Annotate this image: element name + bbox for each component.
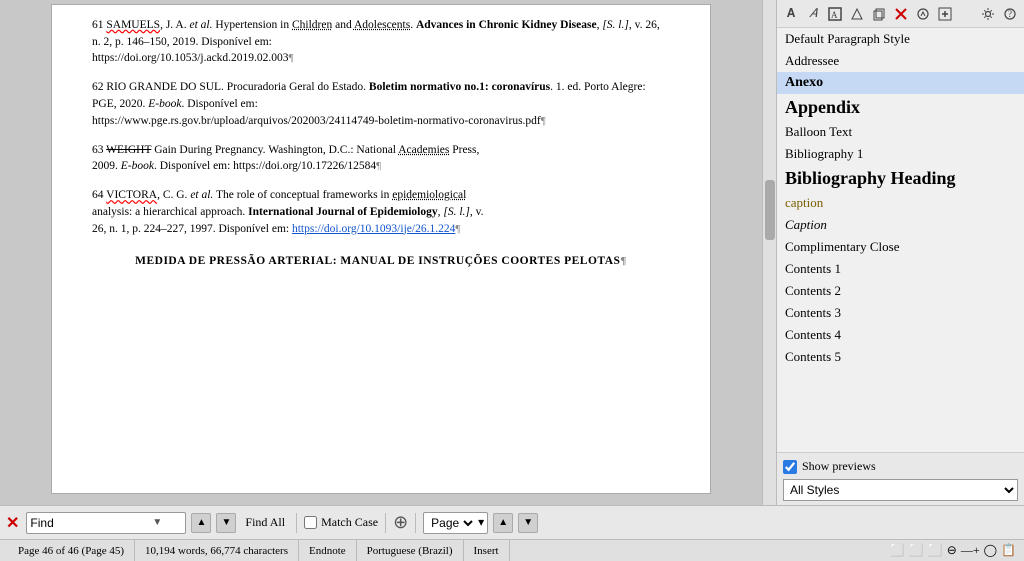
style-bibliography-1[interactable]: Bibliography 1	[777, 143, 1024, 165]
find-dropdown-button[interactable]: ▼	[150, 517, 164, 528]
styles-footer: Show previews All Styles	[777, 452, 1024, 505]
more-icon[interactable]	[935, 4, 955, 24]
find-close-button[interactable]: ✕	[6, 513, 19, 533]
centered-title: MEDIDA DE PRESSÃO ARTERIAL: MANUAL DE IN…	[92, 253, 670, 269]
cycle-case-icon[interactable]	[913, 4, 933, 24]
status-zoom-controls[interactable]: —+	[961, 543, 980, 558]
find-input-wrapper: ▼	[26, 512, 186, 534]
style-caption-formal[interactable]: Caption	[777, 214, 1024, 236]
style-bibliography-heading[interactable]: Bibliography Heading	[777, 165, 1024, 192]
style-anexo[interactable]: Anexo	[777, 72, 1024, 94]
show-previews-row: Show previews	[783, 457, 1018, 476]
find-separator-3	[415, 513, 416, 533]
status-icon-4: ⊖	[947, 543, 957, 558]
page-select[interactable]: Page	[427, 515, 476, 531]
find-input[interactable]	[30, 516, 150, 530]
find-separator-2	[385, 513, 386, 533]
all-styles-select[interactable]: All Styles	[783, 479, 1018, 501]
match-case-label: Match Case	[321, 515, 378, 530]
find-all-button[interactable]: Find All	[241, 513, 289, 532]
find-prev-button[interactable]: ▲	[191, 513, 211, 533]
page-select-dropdown-icon: ▾	[478, 515, 484, 530]
page-content: 61 SAMUELS, J. A. et al. Hypertension in…	[51, 4, 711, 494]
doc-scrollbar[interactable]	[762, 0, 776, 505]
fill-format-icon[interactable]	[847, 4, 867, 24]
match-case-checkbox[interactable]	[304, 516, 317, 529]
new-style-icon[interactable]: 𝐀	[781, 4, 801, 24]
style-balloon-text[interactable]: Balloon Text	[777, 121, 1024, 143]
style-default-paragraph[interactable]: Default Paragraph Style	[777, 28, 1024, 50]
reference-63: 63 WEIGHT Gain During Pregnancy. Washing…	[92, 142, 670, 176]
show-previews-checkbox[interactable]	[783, 460, 797, 474]
status-icon-3: ⬜	[928, 543, 943, 558]
style-addressee[interactable]: Addressee	[777, 50, 1024, 72]
settings-icon[interactable]	[978, 4, 998, 24]
find-separator-1	[296, 513, 297, 533]
copy-format-icon[interactable]	[869, 4, 889, 24]
match-case-row: Match Case	[304, 515, 378, 530]
style-appendix[interactable]: Appendix	[777, 94, 1024, 121]
edit-style-icon[interactable]: 𝐴	[803, 4, 823, 24]
find-bar: ✕ ▼ ▲ ▼ Find All Match Case ⊕ Page ▾ ▲ ▼	[0, 505, 1024, 539]
status-icons: ⬜ ⬜ ⬜ ⊖ —+ ◯ 📋	[882, 543, 1016, 558]
find-next-button[interactable]: ▼	[216, 513, 236, 533]
style-contents-4[interactable]: Contents 4	[777, 324, 1024, 346]
style-contents-2[interactable]: Contents 2	[777, 280, 1024, 302]
status-language[interactable]: Portuguese (Brazil)	[357, 540, 464, 561]
page-select-wrapper: Page ▾	[423, 512, 488, 534]
update-style-icon[interactable]: A	[825, 4, 845, 24]
styles-panel: 𝐀 𝐴 A ?	[776, 0, 1024, 505]
document-area: 61 SAMUELS, J. A. et al. Hypertension in…	[0, 0, 762, 505]
show-previews-label: Show previews	[802, 459, 876, 474]
status-icon-6: 📋	[1001, 543, 1016, 558]
scrollbar-thumb[interactable]	[765, 180, 775, 240]
find-down-button[interactable]: ▼	[518, 513, 538, 533]
status-mode: Insert	[464, 540, 510, 561]
status-bar: Page 46 of 46 (Page 45) 10,194 words, 66…	[0, 539, 1024, 561]
reference-61: 61 SAMUELS, J. A. et al. Hypertension in…	[92, 17, 670, 67]
help-icon[interactable]: ?	[1000, 4, 1020, 24]
reference-62: 62 RIO GRANDE DO SUL. Procuradoria Geral…	[92, 79, 670, 129]
other-search-icon[interactable]: ⊕	[393, 512, 408, 533]
style-contents-1[interactable]: Contents 1	[777, 258, 1024, 280]
reference-64: 64 VICTORA, C. G. et al. The role of con…	[92, 187, 670, 237]
status-page-info[interactable]: Page 46 of 46 (Page 45)	[8, 540, 135, 561]
style-caption-lower[interactable]: caption	[777, 192, 1024, 214]
status-icon-1: ⬜	[890, 543, 905, 558]
delete-style-icon[interactable]	[891, 4, 911, 24]
style-contents-5[interactable]: Contents 5	[777, 346, 1024, 368]
status-icon-5: ◯	[984, 543, 997, 558]
styles-toolbar: 𝐀 𝐴 A ?	[777, 0, 1024, 28]
status-icon-2: ⬜	[909, 543, 924, 558]
svg-text:?: ?	[1008, 9, 1012, 19]
svg-text:A: A	[831, 10, 838, 20]
style-contents-3[interactable]: Contents 3	[777, 302, 1024, 324]
find-up-button[interactable]: ▲	[493, 513, 513, 533]
styles-list[interactable]: Default Paragraph Style Addressee Anexo …	[777, 28, 1024, 452]
status-word-count: 10,194 words, 66,774 characters	[135, 540, 299, 561]
style-complimentary-close[interactable]: Complimentary Close	[777, 236, 1024, 258]
status-section-name: Endnote	[299, 540, 357, 561]
